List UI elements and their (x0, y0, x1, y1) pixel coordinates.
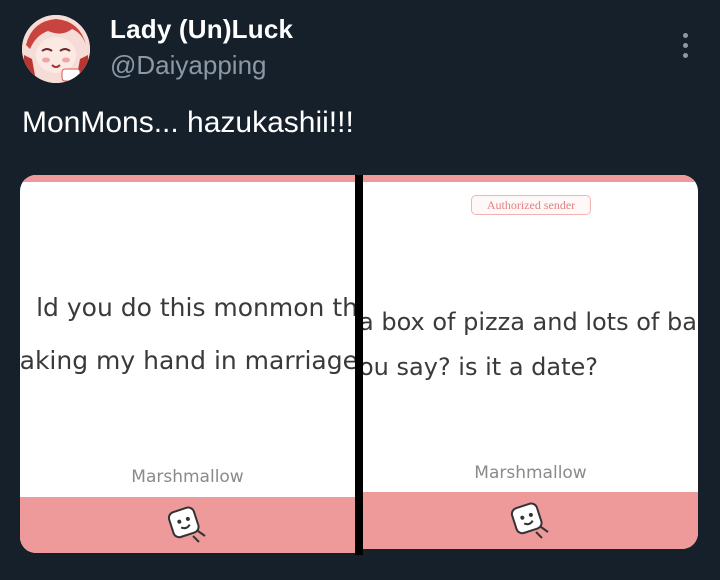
image-divider (355, 175, 363, 555)
authorized-sender-badge: Authorized sender (471, 195, 591, 215)
message-line-2: ou say? is it a date? (363, 353, 599, 381)
tweet-image-2[interactable]: Authorized sender a box of pizza and lot… (363, 175, 698, 549)
dot (683, 43, 688, 48)
tweet-image-1[interactable]: ld you do this monmon th aking my hand i… (20, 175, 355, 553)
brand-label: Marshmallow (474, 463, 587, 483)
marshmallow-icon (510, 502, 549, 539)
dot (683, 53, 688, 58)
marshmallow-icon (167, 506, 206, 543)
avatar[interactable] (22, 15, 90, 83)
top-strip (363, 175, 698, 182)
tweet-text: MonMons... hazukashii!!! (22, 106, 354, 139)
message-line-1: ld you do this monmon th (36, 293, 355, 322)
user-handle[interactable]: @Daiyapping (110, 50, 266, 81)
message-line-2: aking my hand in marriage (20, 346, 355, 375)
dot (683, 33, 688, 38)
display-name[interactable]: Lady (Un)Luck (110, 14, 293, 45)
brand-label: Marshmallow (131, 467, 244, 487)
message-line-1: a box of pizza and lots of bac (363, 308, 698, 336)
more-vertical-icon[interactable] (668, 28, 702, 62)
anime-character-avatar-icon (22, 15, 90, 83)
top-strip (20, 175, 355, 182)
